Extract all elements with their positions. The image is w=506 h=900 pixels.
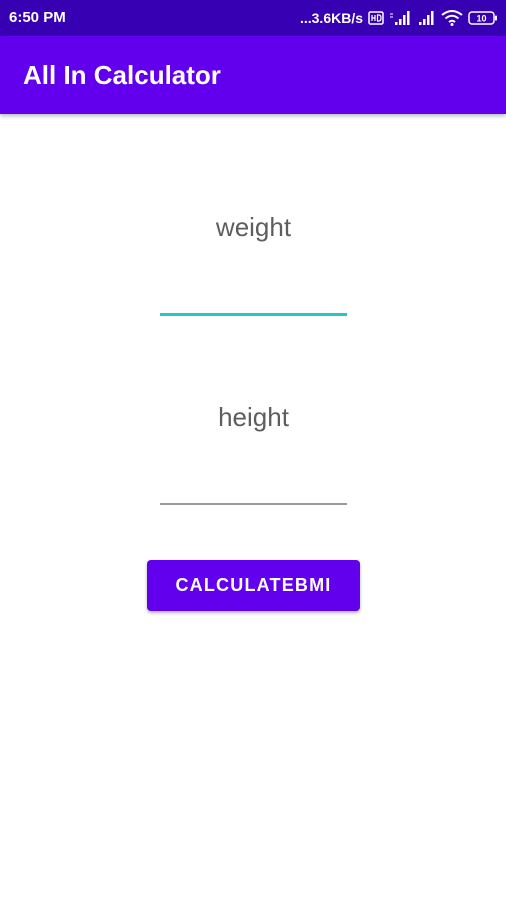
battery-icon: 10 [468, 11, 497, 25]
app-title: All In Calculator [23, 60, 221, 90]
status-time: 6:50 PM [9, 9, 66, 26]
status-bar: 6:50 PM ...3.6KB/s 10 [0, 0, 506, 36]
hd-volte-icon [368, 11, 384, 25]
battery-level: 10 [476, 14, 486, 24]
app-bar: All In Calculator [0, 36, 506, 114]
signal-strength-icon [419, 11, 434, 25]
status-icons: ...3.6KB/s 10 [300, 8, 498, 28]
signal-strength-icon [390, 11, 410, 25]
height-label: height [218, 402, 289, 432]
network-speed: ...3.6KB/s [299, 10, 363, 26]
weight-label: weight [215, 212, 292, 242]
calculate-bmi-button[interactable]: CALCULATEBMI [147, 560, 360, 611]
weight-input[interactable] [160, 282, 347, 316]
height-input[interactable] [160, 471, 347, 505]
wifi-icon [441, 10, 463, 26]
